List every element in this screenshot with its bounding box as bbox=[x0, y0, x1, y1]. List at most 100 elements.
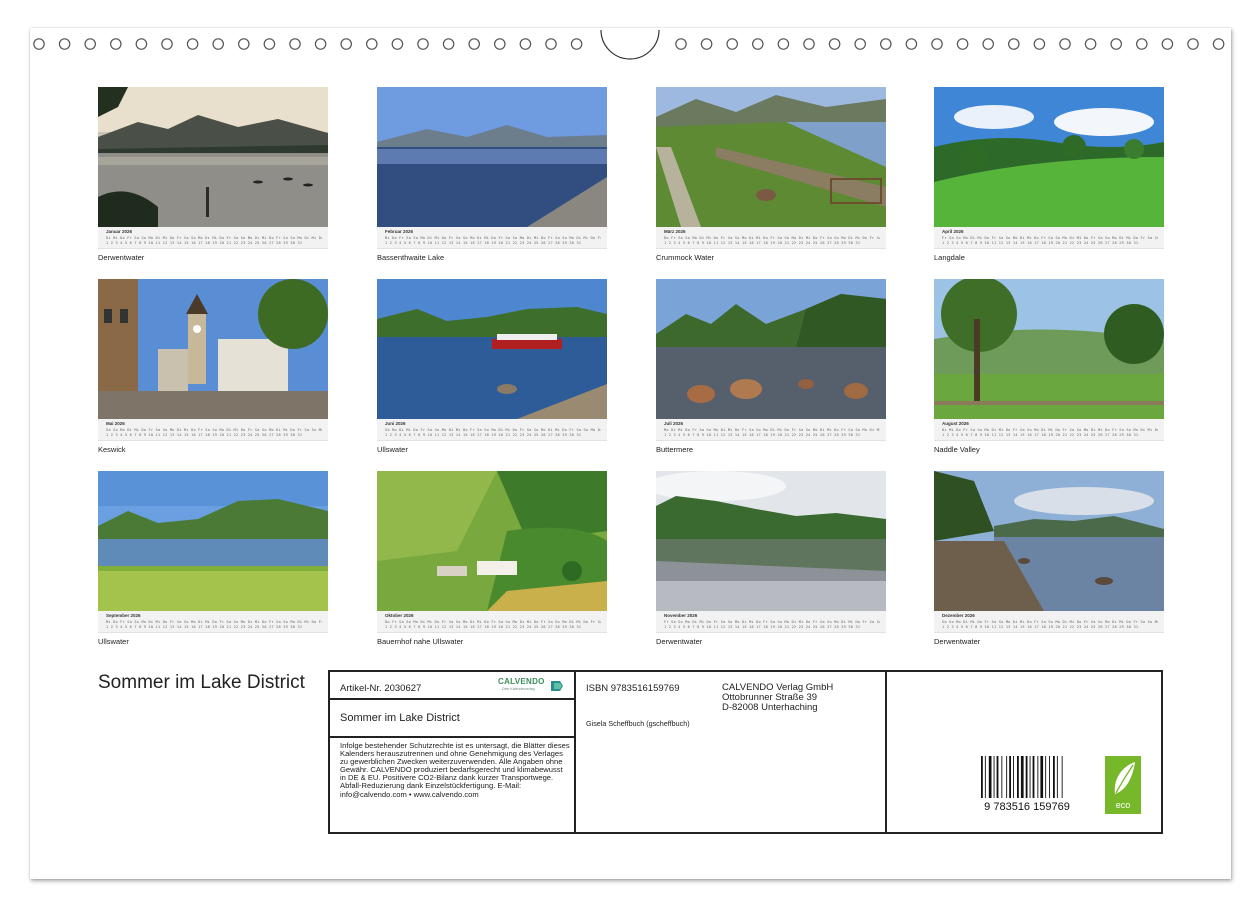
month-calendar-strip: April 2026 Fr Sa So Mo Di Mi Do Fr Sa So … bbox=[934, 227, 1164, 249]
binding-ring bbox=[1007, 38, 1020, 50]
info-column-barcode: 9 783516 159769 eco bbox=[887, 672, 1161, 832]
article-row: Artikel-Nr. 2030627 CALVENDO Dein Kalend… bbox=[330, 672, 574, 700]
binding-ring bbox=[1084, 38, 1097, 50]
month-photo bbox=[377, 279, 607, 419]
eco-leaf-icon: eco bbox=[1105, 756, 1141, 814]
binding-ring bbox=[675, 38, 687, 50]
binding-ring bbox=[803, 38, 815, 50]
month-calendar-strip: August 2026 Di Mi Do Fr Sa So Mo Di Mi Do… bbox=[934, 419, 1164, 441]
month-name: Mai 2026 bbox=[106, 421, 125, 426]
binding-ring bbox=[212, 38, 224, 50]
month-tile: März 2026 Do Fr Sa So Mo Di Mi Do Fr Sa S… bbox=[656, 87, 886, 267]
calendar-title: Sommer im Lake District bbox=[98, 672, 305, 693]
month-name: April 2026 bbox=[942, 229, 964, 234]
month-days-row: Do Fr Sa So Mo Di Mi Do Fr Sa So Mo Di M… bbox=[385, 620, 601, 629]
month-caption: Ullswater bbox=[98, 637, 129, 646]
isbn: ISBN 9783516159769 bbox=[586, 683, 680, 694]
info-column-product: Artikel-Nr. 2030627 CALVENDO Dein Kalend… bbox=[330, 672, 576, 832]
binding-ring bbox=[417, 38, 429, 50]
landscape-photo-image bbox=[98, 87, 328, 227]
month-caption: Bassenthwaite Lake bbox=[377, 253, 445, 262]
month-days-row: So Mo Di Mi Do Fr Sa So Mo Di Mi Do Fr S… bbox=[385, 428, 601, 437]
month-name: August 2026 bbox=[942, 421, 969, 426]
calvendo-logo-tagline: Dein Kalenderverlag bbox=[502, 687, 535, 691]
binding-ring bbox=[905, 38, 918, 50]
binding-ring bbox=[854, 38, 866, 50]
calvendo-logo-brand: CALVENDO bbox=[498, 677, 545, 686]
month-photo bbox=[656, 87, 886, 227]
month-name: Dezember 2026 bbox=[942, 613, 975, 618]
binding-ring bbox=[1212, 38, 1225, 50]
month-tile: August 2026 Di Mi Do Fr Sa So Mo Di Mi Do… bbox=[934, 279, 1164, 459]
month-caption: Keswick bbox=[98, 445, 126, 454]
month-caption: Derwentwater bbox=[656, 637, 703, 646]
month-caption: Ullswater bbox=[377, 445, 408, 454]
month-caption: Naddle Valley bbox=[934, 445, 980, 454]
legal-text: Infolge bestehender Schutzrechte ist es … bbox=[340, 741, 570, 799]
binding-ring bbox=[777, 38, 790, 50]
publisher-city: D-82008 Unterhaching bbox=[722, 702, 818, 713]
month-calendar-strip: Oktober 2026 Do Fr Sa So Mo Di Mi Do Fr S… bbox=[377, 611, 607, 633]
month-tile: Mai 2026 Sa So Mo Di Mi Do Fr Sa So Mo Di… bbox=[98, 279, 328, 459]
binding-ring bbox=[493, 38, 506, 50]
binding-ring bbox=[468, 38, 480, 50]
barcode-digits: 9 783516 159769 bbox=[984, 801, 1070, 812]
binding-ring bbox=[442, 38, 455, 50]
binding-ring bbox=[391, 38, 404, 50]
product-title: Sommer im Lake District bbox=[340, 712, 460, 724]
month-days-row: Mi Do Fr Sa So Mo Di Mi Do Fr Sa So Mo D… bbox=[385, 236, 601, 245]
month-caption: Derwentwater bbox=[934, 637, 981, 646]
landscape-photo-image bbox=[934, 279, 1164, 419]
spiral-binding bbox=[0, 0, 1260, 62]
month-photo bbox=[934, 279, 1164, 419]
info-table: Artikel-Nr. 2030627 CALVENDO Dein Kalend… bbox=[328, 670, 1163, 834]
month-days-row: Sa So Mo Di Mi Do Fr Sa So Mo Di Mi Do F… bbox=[942, 620, 1158, 629]
binding-ring bbox=[365, 38, 378, 50]
month-days-row: Di Mi Do Fr Sa So Mo Di Mi Do Fr Sa So M… bbox=[942, 428, 1158, 437]
month-calendar-strip: Februar 2026 Mi Do Fr Sa So Mo Di Mi Do F… bbox=[377, 227, 607, 249]
month-name: September 2026 bbox=[106, 613, 141, 618]
month-name: Oktober 2026 bbox=[385, 613, 414, 618]
month-days-row: Fr Sa So Mo Di Mi Do Fr Sa So Mo Di Mi D… bbox=[664, 620, 880, 629]
binding-ring bbox=[58, 38, 71, 50]
month-photo bbox=[98, 471, 328, 611]
binding-ring bbox=[751, 38, 764, 50]
month-photo bbox=[98, 87, 328, 227]
binding-ring bbox=[1187, 38, 1199, 50]
binding-ring bbox=[545, 38, 557, 50]
calvendo-mark-icon bbox=[551, 681, 563, 691]
month-calendar-strip: Dezember 2026 Sa So Mo Di Mi Do Fr Sa So … bbox=[934, 611, 1164, 633]
month-tile: Januar 2026 Di Mi Do Fr Sa So Mo Di Mi Do… bbox=[98, 87, 328, 267]
article-number: Artikel-Nr. 2030627 bbox=[340, 683, 422, 694]
binding-ring bbox=[1110, 38, 1122, 50]
binding-ring bbox=[700, 38, 713, 50]
binding-ring bbox=[186, 38, 199, 50]
binding-ring bbox=[982, 38, 994, 50]
landscape-photo-image bbox=[377, 471, 607, 611]
binding-ring bbox=[931, 38, 943, 50]
month-days-row: Mi Do Fr Sa So Mo Di Mi Do Fr Sa So Mo D… bbox=[106, 620, 322, 629]
binding-ring bbox=[879, 38, 892, 50]
month-calendar-strip: Juli 2026 Mo Di Mi Do Fr Sa So Mo Di Mi D… bbox=[656, 419, 886, 441]
binding-ring bbox=[1136, 38, 1148, 50]
month-name: Februar 2026 bbox=[385, 229, 414, 234]
month-days-row: Do Fr Sa So Mo Di Mi Do Fr Sa So Mo Di M… bbox=[664, 236, 880, 245]
month-calendar-strip: Juni 2026 So Mo Di Mi Do Fr Sa So Mo Di M… bbox=[377, 419, 607, 441]
binding-ring bbox=[135, 38, 148, 50]
landscape-photo-image bbox=[656, 471, 886, 611]
binding-ring bbox=[956, 38, 969, 50]
landscape-photo-image bbox=[98, 471, 328, 611]
info-column-publisher: ISBN 9783516159769 CALVENDO Verlag GmbH … bbox=[576, 672, 887, 832]
month-days-row: Sa So Mo Di Mi Do Fr Sa So Mo Di Mi Do F… bbox=[106, 428, 322, 437]
month-tile: Juni 2026 So Mo Di Mi Do Fr Sa So Mo Di M… bbox=[377, 279, 607, 459]
month-calendar-strip: September 2026 Mi Do Fr Sa So Mo Di Mi Do… bbox=[98, 611, 328, 633]
month-caption: Crummock Water bbox=[656, 253, 715, 262]
hanger-notch bbox=[600, 29, 660, 60]
landscape-photo-image bbox=[934, 471, 1164, 611]
binding-ring bbox=[828, 38, 841, 50]
barcode: 9 783516 159769 bbox=[981, 756, 1070, 812]
title-row: Sommer im Lake District bbox=[330, 700, 574, 738]
binding-ring bbox=[726, 38, 738, 50]
month-caption: Derwentwater bbox=[98, 253, 145, 262]
month-name: Juli 2026 bbox=[664, 421, 684, 426]
